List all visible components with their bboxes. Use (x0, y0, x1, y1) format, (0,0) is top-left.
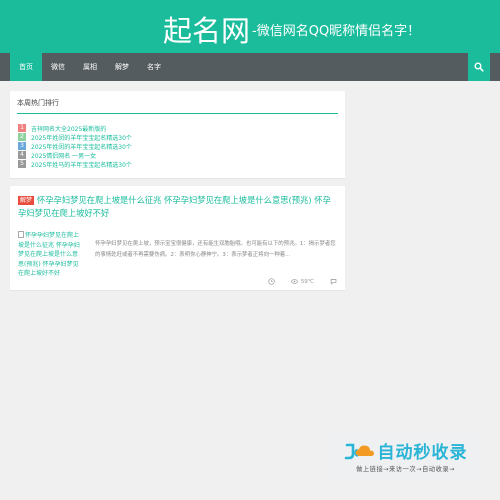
ranking-title: 本周热门排行 (17, 98, 338, 114)
article-meta: 59℃ (268, 278, 337, 285)
nav-item-home[interactable]: 首页 (10, 53, 42, 81)
ranking-item[interactable]: 2 2025年姓闵的羊年宝宝起名精选30个 (18, 133, 132, 142)
rank-number: 1 (18, 124, 26, 133)
watermark-logo: 自动秒收录 (331, 438, 480, 463)
article-title-text[interactable]: 怀孕孕妇梦见在爬上坡是什么征兆 怀孕孕妇梦见在爬上坡是什么意思(预兆) 怀孕孕妇… (18, 195, 331, 218)
category-badge[interactable]: 解梦 (18, 196, 35, 205)
rank-link[interactable]: 2025情侣网名 一男一女 (31, 151, 96, 160)
nav-item-wechat[interactable]: 微信 (42, 53, 74, 81)
rank-number: 5 (18, 160, 26, 169)
site-header: 起名网 -微信网名QQ昵称情侣名字！ (0, 0, 500, 53)
ranking-item[interactable]: 1 吉祥网名大全2025最新版的 (18, 124, 132, 133)
rank-number: 2 (18, 133, 26, 142)
article-card: 解梦 怀孕孕妇梦见在爬上坡是什么征兆 怀孕孕妇梦见在爬上坡是什么意思(预兆) 怀孕… (10, 186, 345, 290)
comment-icon[interactable] (330, 278, 337, 285)
watermark-title: 自动秒收录 (377, 443, 468, 463)
search-icon (474, 62, 484, 72)
rank-number: 4 (18, 151, 26, 160)
rank-link[interactable]: 吉祥网名大全2025最新版的 (31, 124, 106, 133)
rank-number: 3 (18, 142, 26, 151)
thumbnail-alt-text: 怀孕孕妇梦见在爬上坡是什么征兆 怀孕孕妇梦见在爬上坡是什么意思(预兆) 怀孕孕妇… (18, 232, 80, 277)
site-slogan: -微信网名QQ昵称情侣名字！ (252, 23, 421, 39)
nav-item-zodiac[interactable]: 属相 (74, 53, 106, 81)
ranking-item[interactable]: 3 2025年姓闵的羊年宝宝起名精选30个 (18, 142, 132, 151)
rank-link[interactable]: 2025年姓闵的羊年宝宝起名精选30个 (31, 142, 132, 151)
nav-item-dream[interactable]: 解梦 (106, 53, 138, 81)
rank-link[interactable]: 2025年姓马的羊年宝宝起名精选30个 (31, 160, 132, 169)
view-count: 59℃ (300, 278, 314, 285)
weekly-ranking-panel: 本周热门排行 1 吉祥网名大全2025最新版的 2 2025年姓闵的羊年宝宝起名… (10, 91, 345, 178)
ranking-item[interactable]: 4 2025情侣网名 一男一女 (18, 151, 132, 160)
cloud-logo-icon (344, 443, 374, 459)
article-title[interactable]: 解梦 怀孕孕妇梦见在爬上坡是什么征兆 怀孕孕妇梦见在爬上坡是什么意思(预兆) 怀孕… (18, 194, 336, 220)
main-nav: 首页 微信 属相 解梦 名字 (0, 53, 500, 81)
site-logo[interactable]: 起名网 -微信网名QQ昵称情侣名字！ (163, 8, 420, 50)
nav-item-names[interactable]: 名字 (138, 53, 170, 81)
article-thumbnail[interactable]: 怀孕孕妇梦见在爬上坡是什么征兆 怀孕孕妇梦见在爬上坡是什么意思(预兆) 怀孕孕妇… (18, 231, 80, 283)
clock-icon (268, 278, 275, 285)
rank-link[interactable]: 2025年姓闵的羊年宝宝起名精选30个 (31, 133, 132, 142)
watermark-banner: 自动秒收录 做上链接→来访一次→自动收录→ (331, 430, 480, 479)
article-excerpt: 怀孕孕妇梦见在爬上坡，预示宝宝很健康，还有能生双胞胎哦。也可能有以下的预兆。1：… (95, 241, 336, 258)
site-name[interactable]: 起名网 (163, 14, 250, 48)
watermark-tagline: 做上链接→来访一次→自动收录→ (356, 466, 455, 473)
ranking-list: 1 吉祥网名大全2025最新版的 2 2025年姓闵的羊年宝宝起名精选30个 3… (18, 124, 132, 169)
broken-image-icon (18, 231, 24, 238)
eye-icon (291, 279, 298, 284)
search-button[interactable] (468, 53, 490, 81)
ranking-item[interactable]: 5 2025年姓马的羊年宝宝起名精选30个 (18, 160, 132, 169)
